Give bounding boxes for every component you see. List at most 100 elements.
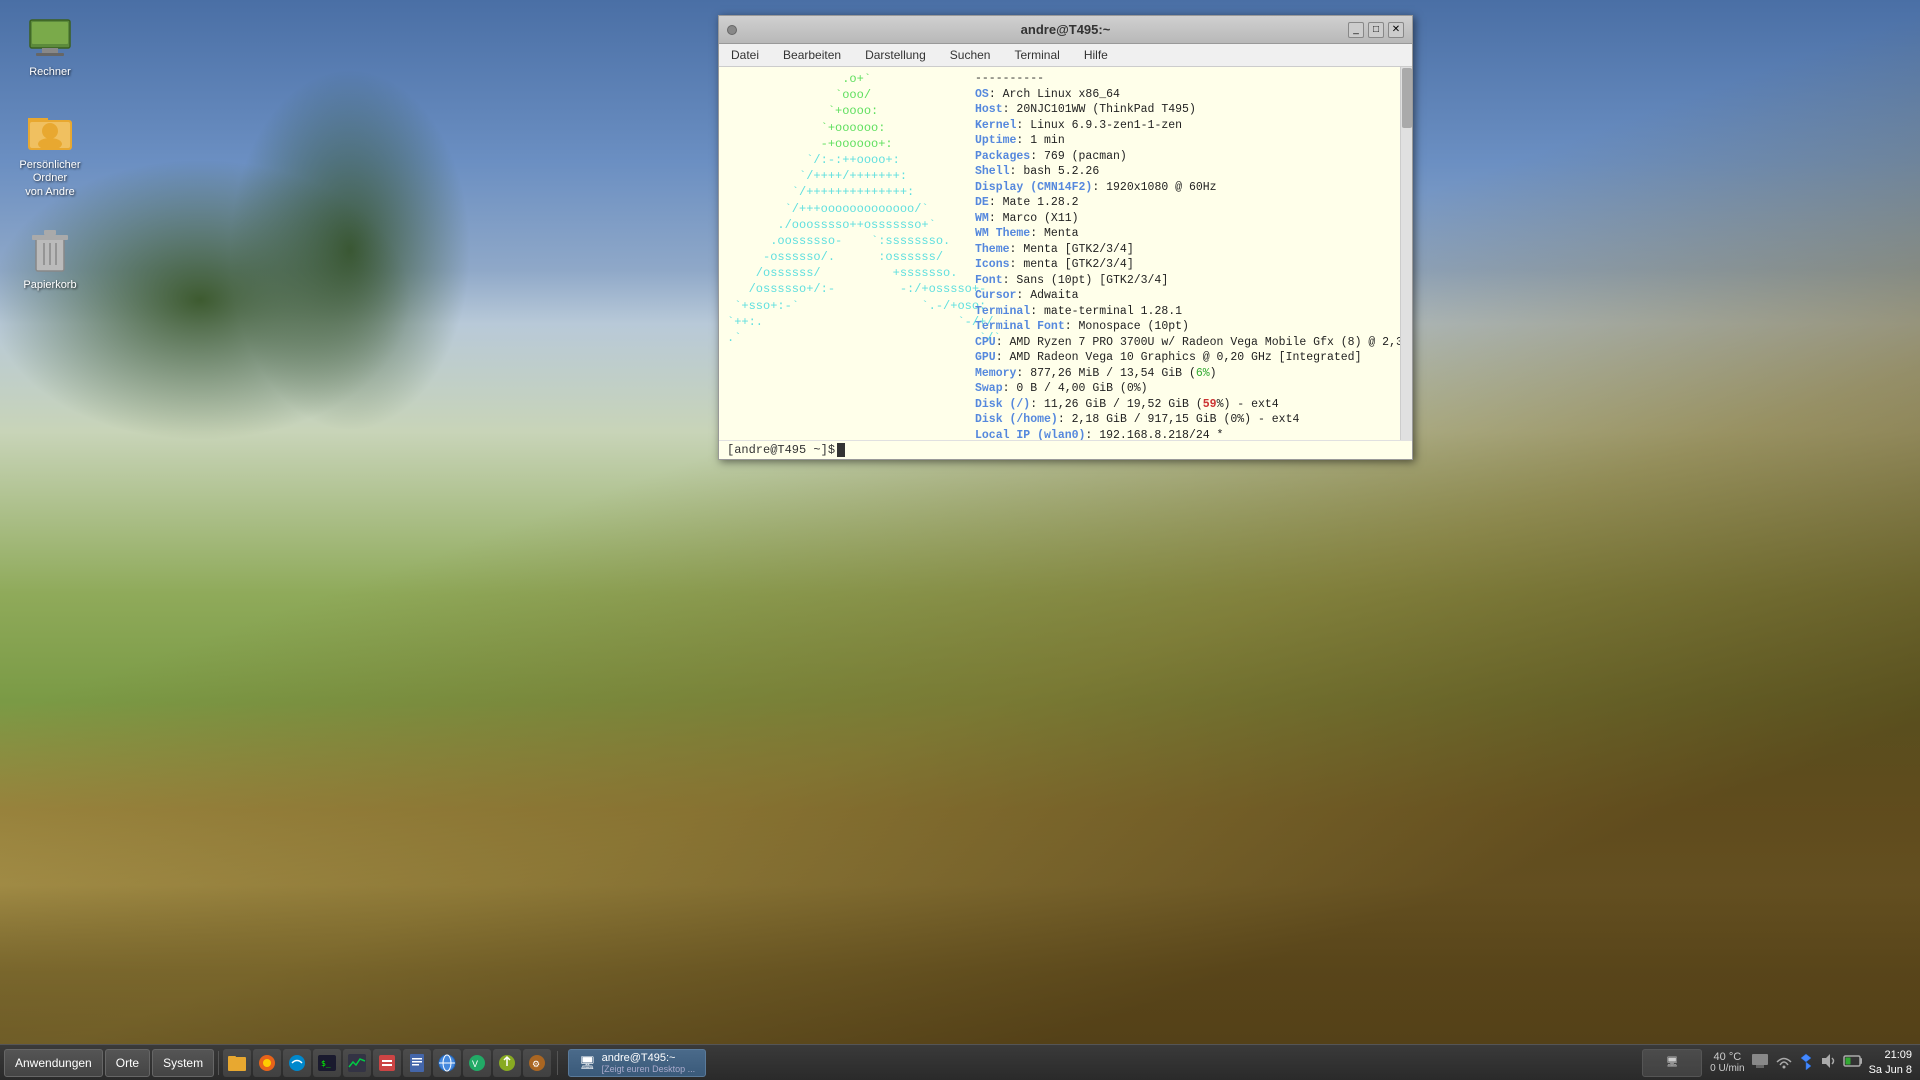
taskbar-anwendungen[interactable]: Anwendungen [4, 1049, 103, 1077]
info-kernel: Kernel: Linux 6.9.3-zen1-1-zen [975, 118, 1400, 134]
taskbar: Anwendungen Orte System $_ [0, 1044, 1920, 1080]
taskbar-window-terminal-icon: 🖥 [579, 1055, 596, 1071]
art-line-6: `/:-:++oooo+: [727, 152, 967, 168]
svg-text:⚙: ⚙ [532, 1059, 540, 1069]
taskbar-middle: 🖥 andre@T495:~ [Zeigt euren Desktop ... [560, 1049, 1642, 1077]
info-swap: Swap: 0 B / 4,00 GiB (0%) [975, 381, 1400, 397]
taskbar-temp-area: 40 °C 0 U/min [1710, 1051, 1744, 1074]
taskbar-sep-1 [218, 1051, 219, 1075]
art-line-7: `/++++/+++++++: [727, 168, 967, 184]
temp-label: 40 °C [1714, 1051, 1742, 1063]
taskbar-system[interactable]: System [152, 1049, 214, 1077]
window-close-button[interactable]: ✕ [1388, 22, 1404, 38]
terminal-prompt-line: [andre@T495 ~]$ [719, 440, 1412, 459]
desktop-icon-trash[interactable]: Papierkorb [10, 223, 90, 296]
taskbar-window-terminal-labels: andre@T495:~ [Zeigt euren Desktop ... [602, 1052, 696, 1074]
info-disk-root: Disk (/): 11,26 GiB / 19,52 GiB (59%) - … [975, 397, 1400, 413]
terminal-content: .o+` `ooo/ `+oooo: `+oooooo: -+oooooo+: … [719, 67, 1412, 440]
personal-folder-icon-image [26, 107, 74, 155]
menu-suchen[interactable]: Suchen [946, 46, 995, 64]
rechner-icon-label: Rechner [29, 66, 71, 79]
window-controls-right: _ □ ✕ [1348, 22, 1404, 38]
info-memory: Memory: 877,26 MiB / 13,54 GiB (6%) [975, 366, 1400, 382]
taskbar-app-tools[interactable]: ⚙ [523, 1049, 551, 1077]
taskbar-orte[interactable]: Orte [105, 1049, 150, 1077]
scrollbar-thumb[interactable] [1402, 68, 1412, 128]
taskbar-app-writer[interactable] [403, 1049, 431, 1077]
taskbar-app-update[interactable] [493, 1049, 521, 1077]
info-terminal-font: Terminal Font: Monospace (10pt) [975, 319, 1400, 335]
rechner-icon-image [26, 14, 74, 62]
window-controls-left [727, 25, 737, 35]
taskbar-app-thunderbird[interactable] [283, 1049, 311, 1077]
taskbar-app-filemanager[interactable] [223, 1049, 251, 1077]
art-line-17: .` `/` [727, 330, 967, 346]
desktop-icon-area: Rechner Persönlicher Ordner von Andre [10, 10, 90, 296]
systray-display-icon[interactable] [1751, 1052, 1769, 1073]
systray-bluetooth-icon[interactable] [1799, 1052, 1813, 1073]
system-label: System [163, 1056, 203, 1070]
taskbar-app-archive[interactable] [373, 1049, 401, 1077]
art-line-4: `+oooooo: [727, 120, 967, 136]
svg-text:$_: $_ [321, 1059, 331, 1068]
taskbar-window-subtitle: [Zeigt euren Desktop ... [602, 1064, 696, 1074]
clock-display[interactable]: 21:09 Sa Jun 8 [1869, 1048, 1912, 1077]
info-disk-home: Disk (/home): 2,18 GiB / 917,15 GiB (0%)… [975, 412, 1400, 428]
window-minimize-button[interactable]: _ [1348, 22, 1364, 38]
menu-datei[interactable]: Datei [727, 46, 763, 64]
info-cursor: Cursor: Adwaita [975, 288, 1400, 304]
art-line-10: ./ooosssso++osssssso+` [727, 217, 967, 233]
terminal-menubar: Datei Bearbeiten Darstellung Suchen Term… [719, 44, 1412, 67]
taskbar-sep-2 [557, 1051, 558, 1075]
menu-bearbeiten[interactable]: Bearbeiten [779, 46, 845, 64]
desktop: Rechner Persönlicher Ordner von Andre [0, 0, 1920, 1080]
art-line-16: `++:. `-/+/ [727, 314, 967, 330]
systray-volume-icon[interactable] [1819, 1052, 1837, 1073]
desktop-icon-rechner[interactable]: Rechner [10, 10, 90, 83]
terminal-scrollbar[interactable] [1400, 67, 1412, 440]
taskbar-app-terminal[interactable]: $_ [313, 1049, 341, 1077]
info-font: Font: Sans (10pt) [GTK2/3/4] [975, 273, 1400, 289]
terminal-title: andre@T495:~ [727, 22, 1404, 37]
taskbar-right: 40 °C 0 U/min [1702, 1048, 1920, 1077]
info-de: DE: Mate 1.28.2 [975, 195, 1400, 211]
info-wm: WM: Marco (X11) [975, 211, 1400, 227]
window-menu-dot[interactable] [727, 25, 737, 35]
taskbar-show-desktop[interactable]: 🖥 [1642, 1049, 1702, 1077]
info-theme: Theme: Menta [GTK2/3/4] [975, 242, 1400, 258]
info-packages: Packages: 769 (pacman) [975, 149, 1400, 165]
taskbar-app-vpn[interactable]: V [463, 1049, 491, 1077]
time-display: 21:09 [1884, 1048, 1912, 1062]
personal-folder-icon-label: Persönlicher Ordner von Andre [14, 159, 86, 199]
info-terminal: Terminal: mate-terminal 1.28.1 [975, 304, 1400, 320]
info-local-ip: Local IP (wlan0): 192.168.8.218/24 * [975, 428, 1400, 440]
window-maximize-button[interactable]: □ [1368, 22, 1384, 38]
menu-darstellung[interactable]: Darstellung [861, 46, 930, 64]
systray-battery-icon[interactable] [1843, 1054, 1863, 1071]
info-wm-theme: WM Theme: Menta [975, 226, 1400, 242]
taskbar-window-terminal[interactable]: 🖥 andre@T495:~ [Zeigt euren Desktop ... [568, 1049, 706, 1077]
date-display: Sa Jun 8 [1869, 1063, 1912, 1077]
terminal-titlebar: andre@T495:~ _ □ ✕ [719, 16, 1412, 44]
menu-hilfe[interactable]: Hilfe [1080, 46, 1112, 64]
taskbar-app-system-monitor[interactable] [343, 1049, 371, 1077]
taskbar-app-browser2[interactable] [433, 1049, 461, 1077]
art-line-3: `+oooo: [727, 103, 967, 119]
info-icons: Icons: menta [GTK2/3/4] [975, 257, 1400, 273]
taskbar-window-title: andre@T495:~ [602, 1052, 696, 1064]
art-line-8: `/++++++++++++++: [727, 184, 967, 200]
svg-text:V: V [472, 1059, 478, 1069]
art-line-13: /ossssss/ +sssssso. [727, 265, 967, 281]
art-line-1: .o+` [727, 71, 967, 87]
menu-terminal[interactable]: Terminal [1010, 46, 1063, 64]
show-desktop-icon: 🖥 [1666, 1057, 1679, 1068]
info-separator-top: ---------- [975, 71, 1400, 87]
power-label: 0 U/min [1710, 1063, 1744, 1074]
terminal-cursor [837, 443, 845, 457]
anwendungen-label: Anwendungen [15, 1056, 92, 1070]
systray-network-icon[interactable] [1775, 1052, 1793, 1073]
desktop-icon-personal-folder[interactable]: Persönlicher Ordner von Andre [10, 103, 90, 203]
taskbar-app-firefox[interactable] [253, 1049, 281, 1077]
info-gpu: GPU: AMD Radeon Vega 10 Graphics @ 0,20 … [975, 350, 1400, 366]
taskbar-left: Anwendungen Orte System $_ [0, 1049, 555, 1077]
